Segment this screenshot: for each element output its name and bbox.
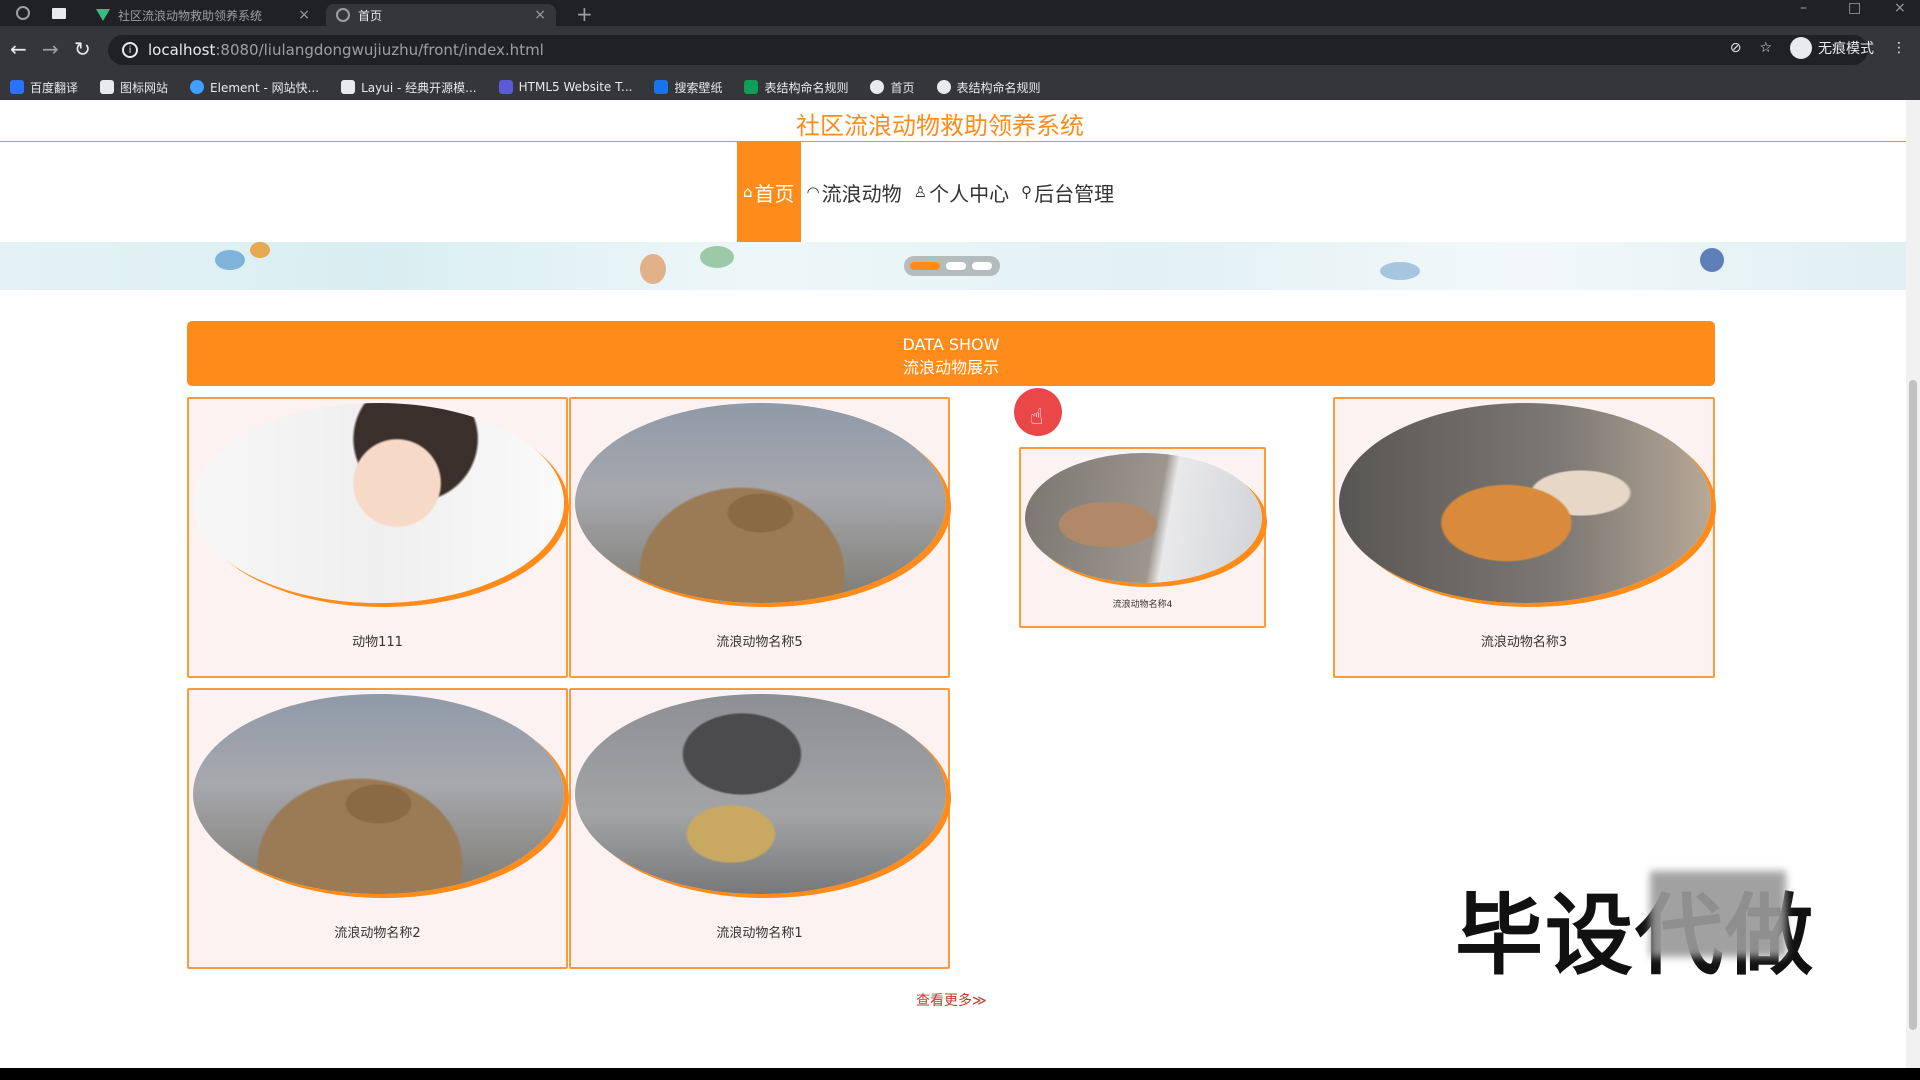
tab-title: 社区流浪动物救助领养系统 [118, 8, 263, 23]
flower-decoration [640, 254, 666, 284]
flag-icon [100, 80, 115, 94]
close-window-icon[interactable]: × [1894, 0, 1906, 16]
layui-icon [341, 80, 356, 94]
vue-logo-icon [96, 9, 110, 21]
pet-icon: ◠ [806, 183, 820, 201]
animal-name: 流浪动物名称4 [1112, 600, 1173, 610]
nav-admin[interactable]: ⚲ 后台管理 [1015, 142, 1120, 242]
animal-photo [575, 694, 946, 894]
user-icon: ♙ [913, 183, 928, 201]
carousel-dot[interactable] [972, 262, 992, 270]
reload-icon[interactable]: ↻ [74, 37, 91, 61]
section-header: DATA SHOW 流浪动物展示 [187, 321, 1715, 386]
globe-icon [336, 8, 350, 22]
animal-card[interactable]: 流浪动物名称5 [569, 397, 950, 678]
carousel-dots [904, 256, 1000, 276]
hand-cursor-icon: ☝ [1030, 405, 1044, 430]
url-text: localhost:8080/liulangdongwujiuzhu/front… [148, 41, 544, 59]
tab-system[interactable]: 社区流浪动物救助领养系统 × [86, 4, 320, 26]
minimize-icon[interactable]: – [1800, 0, 1807, 16]
maximize-icon[interactable]: □ [1848, 0, 1861, 16]
info-icon[interactable]: i [122, 42, 138, 58]
carousel-dot[interactable] [946, 262, 966, 270]
animal-photo [575, 403, 946, 603]
incognito-label: 无痕模式 [1818, 41, 1874, 57]
address-bar-actions: ⊘ ☆ 无痕模式 ⋮ [1730, 37, 1906, 59]
main-nav: ⌂ 首页 ◠ 流浪动物 ♙ 个人中心 ⚲ 后台管理 [737, 142, 1120, 242]
element-icon [190, 80, 205, 94]
nav-stray-animals[interactable]: ◠ 流浪动物 [801, 142, 908, 242]
flower-decoration [215, 250, 245, 270]
bookmark-item[interactable]: 图标网站 [100, 79, 168, 96]
tab-title: 首页 [358, 8, 383, 23]
bookmark-item[interactable]: 百度翻译 [10, 79, 78, 96]
animal-name: 流浪动物名称3 [1480, 635, 1568, 650]
flower-decoration [250, 242, 270, 258]
html5-icon [498, 80, 513, 94]
site-title: 社区流浪动物救助领养系统 [796, 112, 1084, 140]
close-tab-icon[interactable]: × [298, 7, 310, 23]
globe-icon [936, 80, 951, 94]
bookmark-item[interactable]: 首页 [870, 79, 915, 96]
animal-card[interactable]: 流浪动物名称4 [1019, 447, 1266, 628]
flower-decoration [1700, 248, 1724, 272]
url-input[interactable]: i localhost:8080/liulangdongwujiuzhu/fro… [108, 35, 1868, 65]
animal-card[interactable]: 动物111 [187, 397, 568, 678]
bookmark-item[interactable]: Layui - 经典开源模... [341, 79, 477, 96]
bookmark-item[interactable]: 表结构命名规则 [744, 79, 848, 96]
animal-photo [1025, 453, 1262, 583]
link-icon: ⚲ [1021, 183, 1033, 201]
animal-photo [193, 694, 564, 894]
carousel-dot-active[interactable] [910, 262, 940, 270]
forward-icon[interactable]: → [42, 37, 59, 61]
animal-name: 动物111 [352, 635, 403, 650]
bookmark-item[interactable]: 表结构命名规则 [936, 79, 1041, 96]
browser-menu-icon[interactable] [16, 6, 30, 20]
animal-photo [193, 403, 564, 603]
star-icon[interactable]: ☆ [1759, 40, 1772, 56]
view-more-link[interactable]: 查看更多≫ [916, 990, 987, 1010]
home-icon: ⌂ [743, 183, 753, 201]
globe-icon [870, 80, 885, 94]
animal-card[interactable]: 流浪动物名称3 [1333, 397, 1715, 678]
doc-icon [744, 80, 759, 94]
incognito-icon [1790, 37, 1812, 59]
section-title-en: DATA SHOW [902, 335, 1000, 354]
watermark-blur [1650, 871, 1786, 957]
bookmark-item[interactable]: Element - 网站快... [190, 79, 319, 96]
scrollbar-thumb[interactable] [1909, 380, 1917, 1030]
tab-home[interactable]: 首页 × [326, 4, 556, 26]
bookmark-item[interactable]: 搜索壁纸 [654, 79, 722, 96]
browser-tabstrip: 社区流浪动物救助领养系统 × 首页 × + – □ × [0, 0, 1920, 26]
animal-name: 流浪动物名称1 [716, 926, 803, 941]
menu-kebab-icon[interactable]: ⋮ [1892, 40, 1906, 56]
animal-name: 流浪动物名称2 [334, 926, 421, 941]
flower-decoration [700, 246, 734, 268]
new-tab-icon[interactable]: + [576, 2, 593, 26]
incognito-badge[interactable]: 无痕模式 [1790, 37, 1874, 59]
address-bar-area: ← → ↻ i localhost:8080/liulangdongwujiuz… [0, 26, 1920, 74]
animal-name: 流浪动物名称5 [716, 635, 803, 650]
web-page: 社区流浪动物救助领养系统 ⌂ 首页 ◠ 流浪动物 ♙ 个人中心 ⚲ 后台管理 DATA … [0, 100, 1906, 1068]
nav-personal-center[interactable]: ♙ 个人中心 [908, 142, 1015, 242]
translate-icon [10, 80, 24, 94]
flower-decoration [1380, 262, 1420, 280]
eye-off-icon[interactable]: ⊘ [1730, 40, 1742, 56]
wallpaper-icon [654, 80, 669, 94]
banner-carousel[interactable] [0, 242, 1906, 290]
nav-home[interactable]: ⌂ 首页 [737, 142, 801, 242]
animal-photo [1339, 403, 1711, 603]
back-icon[interactable]: ← [10, 37, 27, 61]
section-title-cn: 流浪动物展示 [902, 358, 999, 377]
window-icon[interactable] [52, 8, 66, 19]
bottom-bar [0, 1068, 1920, 1080]
close-tab-icon[interactable]: × [534, 7, 546, 23]
page-scrollbar[interactable] [1906, 100, 1920, 1068]
animal-card[interactable]: 流浪动物名称1 [569, 688, 950, 969]
bookmark-item[interactable]: HTML5 Website T... [498, 80, 632, 94]
bookmarks-bar: 百度翻译 图标网站 Element - 网站快... Layui - 经典开源模… [0, 74, 1920, 100]
animal-card[interactable]: 流浪动物名称2 [187, 688, 568, 969]
